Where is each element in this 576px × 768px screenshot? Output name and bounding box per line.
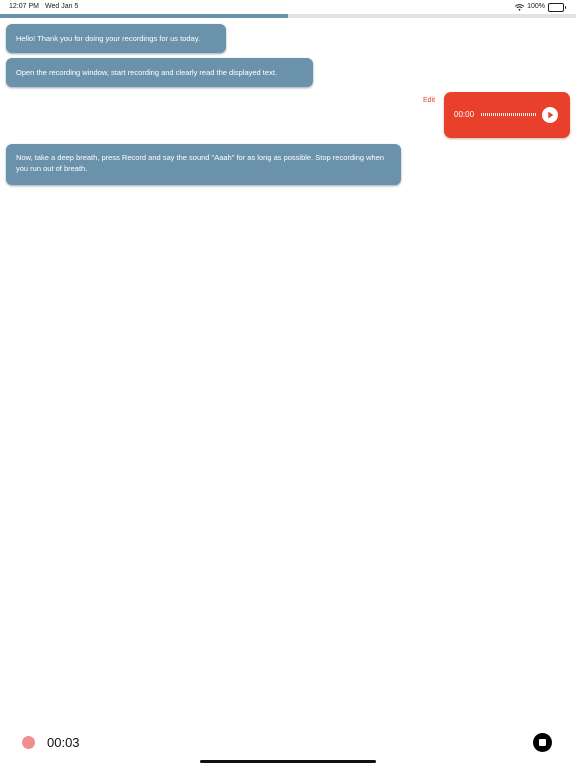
- stop-button[interactable]: [533, 733, 552, 752]
- chat-message: Open the recording window, start recordi…: [6, 58, 313, 87]
- chat-message: Hello! Thank you for doing your recordin…: [6, 24, 226, 53]
- waveform: [481, 113, 537, 116]
- status-date: Wed Jan 5: [45, 3, 79, 10]
- chat-message: Now, take a deep breath, press Record an…: [6, 144, 401, 185]
- status-bar: 12:07 PM Wed Jan 5 100%: [0, 0, 576, 14]
- stop-icon: [539, 739, 546, 746]
- play-button[interactable]: [542, 107, 558, 123]
- edit-recording-link[interactable]: Edit: [423, 97, 435, 104]
- status-indicators: 100%: [515, 0, 566, 14]
- home-indicator: [200, 760, 376, 763]
- progress-fill: [0, 14, 288, 18]
- progress-bar: [0, 14, 576, 18]
- battery-percentage: 100%: [527, 3, 545, 10]
- audio-duration: 00:00: [454, 110, 475, 119]
- recording-indicator: [22, 736, 35, 749]
- play-icon: [548, 111, 554, 119]
- status-time: 12:07 PM: [9, 3, 39, 10]
- recording-timer: 00:03: [47, 735, 80, 750]
- wifi-icon: [515, 3, 525, 11]
- audio-message: 00:00: [444, 92, 570, 138]
- battery-icon: [548, 2, 566, 12]
